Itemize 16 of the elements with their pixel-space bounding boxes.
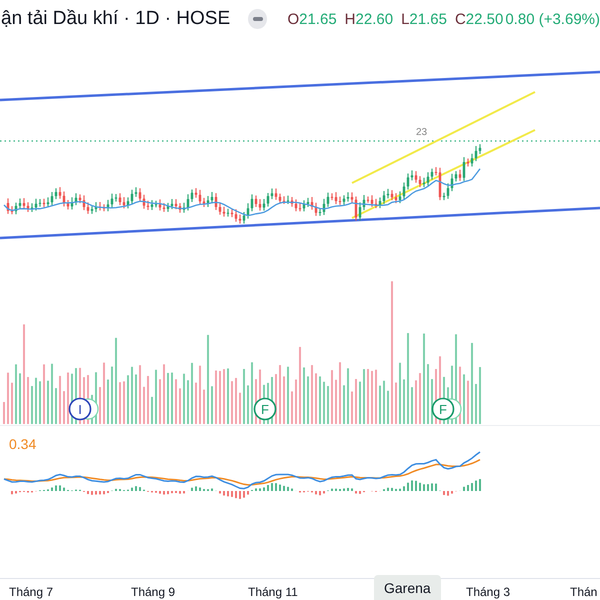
collapse-icon[interactable]: [248, 9, 268, 29]
cursor-time-label: Garena: [374, 575, 441, 600]
macd-value: 0.34: [9, 436, 36, 452]
time-axis-label: Tháng 9: [131, 585, 176, 599]
ohlc-value: L21.65: [401, 10, 447, 28]
price-change: 0.80 (+3.69%): [505, 10, 600, 28]
chart-title: ận tải Dầu khí · 1D · HOSE: [1, 8, 230, 30]
time-axis-label: Tháng 7: [9, 585, 54, 599]
ohlc-value: C22.50: [454, 10, 504, 28]
event-marker[interactable]: F: [254, 398, 276, 420]
ohlc-value: O21.65: [287, 10, 337, 28]
time-axis-label: Tháng 11: [248, 585, 298, 599]
time-axis-label: Tháng 3: [466, 585, 510, 599]
time-axis-label: Thán: [570, 585, 598, 599]
price-label: 23: [416, 127, 428, 138]
ohlc-value: H22.60: [344, 10, 394, 28]
